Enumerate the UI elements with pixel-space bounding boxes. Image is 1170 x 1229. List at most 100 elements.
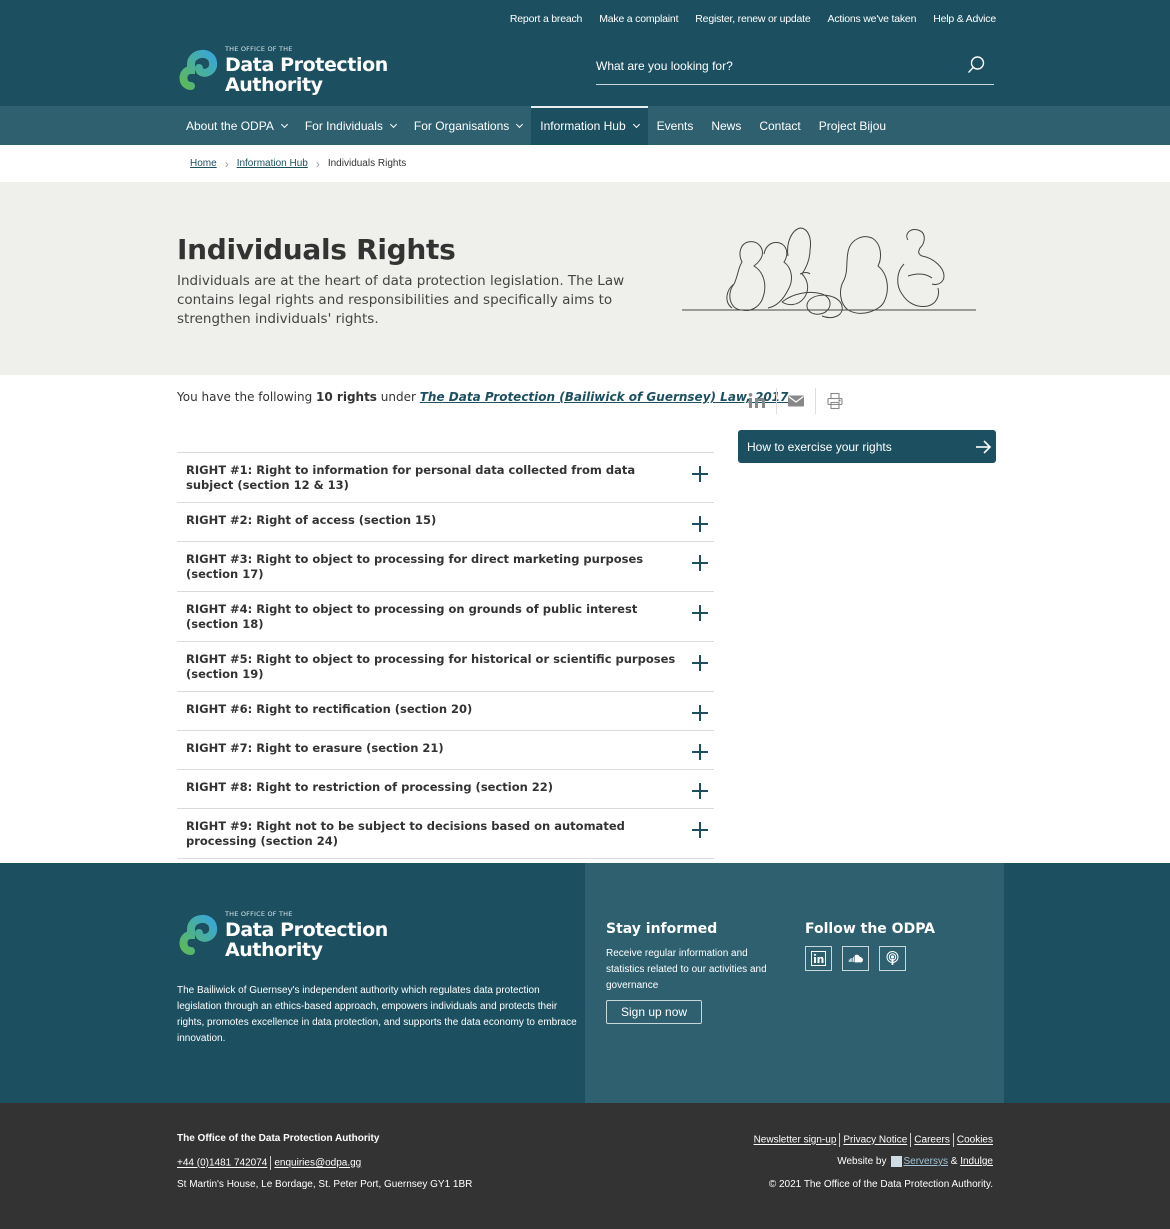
stay-informed-text: Receive regular information and statisti… bbox=[606, 948, 767, 991]
breadcrumb-current: Individuals Rights bbox=[327, 158, 407, 169]
site-logo[interactable]: THE OFFICE OF THE Data Protection Author… bbox=[177, 46, 388, 95]
accordion-item-right-8[interactable]: RIGHT #8: Right to restriction of proces… bbox=[177, 770, 714, 809]
nav-item-organisations[interactable]: For Organisations bbox=[405, 106, 531, 145]
serversys-logo-icon bbox=[890, 1156, 902, 1167]
website-credits: Website by Serversys & Indulge bbox=[754, 1156, 993, 1171]
people-sitting-illustration-icon bbox=[682, 227, 976, 319]
breadcrumb-home[interactable]: Home bbox=[190, 158, 217, 169]
indulge-link[interactable]: Indulge bbox=[960, 1156, 993, 1167]
divider bbox=[910, 1133, 912, 1147]
newsletter-signup-link[interactable]: Newsletter sign-up bbox=[754, 1135, 837, 1146]
nav-item-information-hub[interactable]: Information Hub bbox=[531, 106, 649, 145]
odpa-logo-mark-icon bbox=[179, 50, 218, 91]
org-name: The Office of the Data Protection Author… bbox=[177, 1133, 380, 1144]
util-link-register[interactable]: Register, renew or update bbox=[695, 13, 810, 25]
breadcrumb: Home › Information Hub › Individuals Rig… bbox=[0, 145, 1170, 182]
share-linkedin-button[interactable] bbox=[738, 388, 776, 414]
utility-nav: Report a breach Make a complaint Registe… bbox=[510, 13, 996, 25]
breadcrumb-information-hub[interactable]: Information Hub bbox=[237, 158, 308, 169]
podcast-link[interactable] bbox=[879, 946, 906, 971]
util-link-help[interactable]: Help & Advice bbox=[933, 13, 996, 25]
plus-icon[interactable] bbox=[692, 555, 708, 571]
how-to-exercise-rights-button[interactable]: How to exercise your rights bbox=[738, 430, 996, 463]
odpa-logo-mark-icon bbox=[179, 915, 218, 956]
divider bbox=[952, 1133, 954, 1147]
plus-icon[interactable] bbox=[692, 822, 708, 838]
util-link-make-complaint[interactable]: Make a complaint bbox=[599, 13, 678, 25]
accordion-item-right-7[interactable]: RIGHT #7: Right to erasure (section 21) bbox=[177, 731, 714, 770]
site-header: Report a breach Make a complaint Registe… bbox=[0, 0, 1170, 106]
nav-label: For Organisations bbox=[413, 118, 510, 133]
plus-icon[interactable] bbox=[692, 744, 708, 760]
stay-informed-heading: Stay informed bbox=[606, 921, 718, 937]
accordion-item-right-6[interactable]: RIGHT #6: Right to rectification (sectio… bbox=[177, 692, 714, 731]
accordion-item-right-3[interactable]: RIGHT #3: Right to object to processing … bbox=[177, 542, 714, 592]
chevron-down-icon bbox=[516, 120, 524, 128]
plus-icon[interactable] bbox=[692, 783, 708, 799]
law-link[interactable]: The Data Protection (Bailiwick of Guerns… bbox=[420, 390, 789, 404]
careers-link[interactable]: Careers bbox=[914, 1135, 950, 1146]
soundcloud-icon bbox=[848, 954, 863, 963]
cookies-link[interactable]: Cookies bbox=[957, 1135, 993, 1146]
chevron-right-icon: › bbox=[315, 156, 320, 171]
search-input[interactable] bbox=[596, 52, 936, 80]
sign-up-button[interactable]: Sign up now bbox=[606, 1000, 703, 1024]
plus-icon[interactable] bbox=[692, 466, 708, 482]
soundcloud-link[interactable] bbox=[842, 946, 869, 971]
print-button[interactable] bbox=[816, 388, 854, 414]
follow-odpa: Follow the ODPA bbox=[805, 921, 935, 971]
accordion-title: RIGHT #7: Right to erasure (section 21) bbox=[186, 741, 444, 755]
accordion-title: RIGHT #3: Right to object to processing … bbox=[186, 552, 644, 581]
intro-bold-count: 10 rights bbox=[316, 390, 377, 404]
share-email-button[interactable] bbox=[777, 388, 815, 414]
cta-label: How to exercise your rights bbox=[747, 439, 892, 454]
footer-logo[interactable]: THE OFFICE OF THE Data Protection Author… bbox=[177, 911, 388, 960]
logo-small-text: THE OFFICE OF THE bbox=[225, 910, 293, 918]
serversys-link[interactable]: Serversys bbox=[904, 1156, 948, 1167]
accordion-item-right-1[interactable]: RIGHT #1: Right to information for perso… bbox=[177, 453, 714, 503]
nav-item-events[interactable]: Events bbox=[648, 106, 703, 145]
main-nav: About the ODPA For Individuals For Organ… bbox=[0, 106, 1170, 145]
chevron-down-icon bbox=[280, 120, 288, 128]
accordion-item-right-5[interactable]: RIGHT #5: Right to object to processing … bbox=[177, 642, 714, 692]
nav-label: Events bbox=[656, 118, 694, 133]
share-bar bbox=[738, 388, 854, 414]
footer-logo-text: THE OFFICE OF THE Data Protection Author… bbox=[225, 911, 388, 960]
divider bbox=[839, 1133, 841, 1147]
chevron-down-icon bbox=[632, 120, 640, 128]
email-link[interactable]: enquiries@odpa.gg bbox=[274, 1158, 361, 1169]
stay-informed: Stay informed Receive regular informatio… bbox=[606, 921, 786, 1024]
plus-icon[interactable] bbox=[692, 605, 708, 621]
nav-label: News bbox=[711, 118, 742, 133]
contact-links: +44 (0)1481 742074 enquiries@odpa.gg bbox=[177, 1156, 472, 1171]
util-link-actions[interactable]: Actions we've taken bbox=[828, 13, 917, 25]
accordion-item-right-9[interactable]: RIGHT #9: Right not to be subject to dec… bbox=[177, 809, 714, 859]
nav-item-project-bijou[interactable]: Project Bijou bbox=[810, 106, 895, 145]
accordion-item-right-4[interactable]: RIGHT #4: Right to object to processing … bbox=[177, 592, 714, 642]
arrow-right-icon bbox=[976, 439, 992, 454]
nav-item-contact[interactable]: Contact bbox=[750, 106, 809, 145]
copyright: © 2021 The Office of the Data Protection… bbox=[768, 1179, 993, 1190]
accordion-title: RIGHT #4: Right to object to processing … bbox=[186, 602, 638, 631]
nav-item-about[interactable]: About the ODPA bbox=[177, 106, 296, 145]
nav-item-news[interactable]: News bbox=[702, 106, 750, 145]
nav-item-individuals[interactable]: For Individuals bbox=[296, 106, 405, 145]
plus-icon[interactable] bbox=[692, 705, 708, 721]
privacy-notice-link[interactable]: Privacy Notice bbox=[843, 1135, 907, 1146]
search-icon[interactable] bbox=[966, 55, 986, 75]
accordion-title: RIGHT #9: Right not to be subject to dec… bbox=[186, 819, 625, 848]
divider bbox=[270, 1156, 272, 1170]
util-link-report-breach[interactable]: Report a breach bbox=[510, 13, 582, 25]
footer-description: The Bailiwick of Guernsey's independent … bbox=[177, 985, 577, 1044]
accordion-title: RIGHT #6: Right to rectification (sectio… bbox=[186, 702, 473, 716]
logo-small-text: THE OFFICE OF THE bbox=[225, 45, 293, 53]
accordion-item-right-2[interactable]: RIGHT #2: Right of access (section 15) bbox=[177, 503, 714, 542]
plus-icon[interactable] bbox=[692, 655, 708, 671]
hero-section: Individuals Rights Individuals are at th… bbox=[0, 182, 1170, 375]
follow-heading: Follow the ODPA bbox=[805, 921, 935, 937]
logo-line2: Authority bbox=[225, 73, 323, 96]
linkedin-link[interactable] bbox=[805, 946, 832, 971]
website-by-label: Website by bbox=[837, 1156, 887, 1168]
plus-icon[interactable] bbox=[692, 516, 708, 532]
phone-link[interactable]: +44 (0)1481 742074 bbox=[177, 1158, 267, 1169]
